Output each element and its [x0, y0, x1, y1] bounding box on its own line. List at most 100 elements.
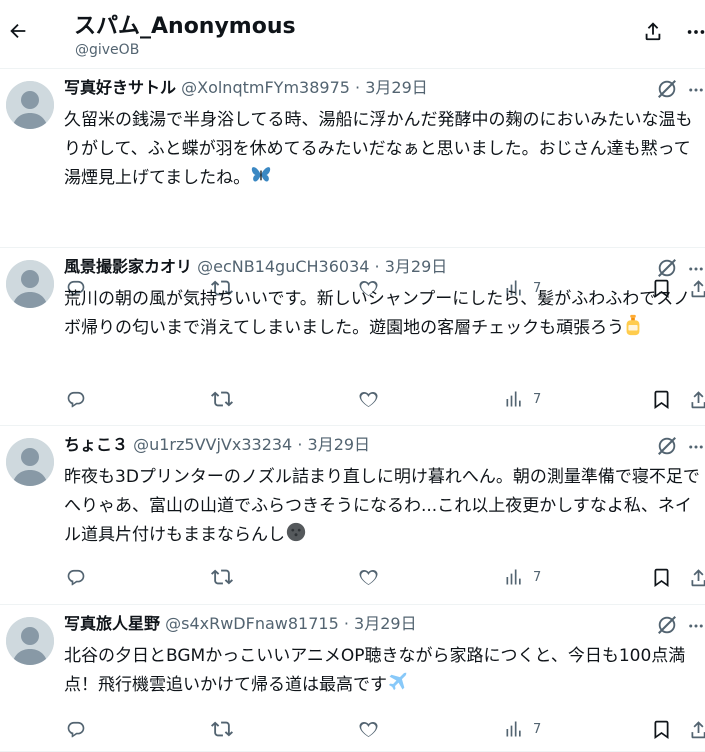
like-button[interactable] — [358, 716, 379, 742]
more-icon — [689, 624, 703, 628]
reply-post[interactable]: 写真旅人星野 @s4xRwDFnaw81715 · 3月29日 北谷の夕日とBG… — [0, 604, 705, 752]
post-text: 荒川の朝の風が気持ちいいです。新しいシャンプーにしたら、髪がふわふわでスノボ帰り… — [64, 285, 705, 346]
post-date[interactable]: 3月29日 — [385, 257, 448, 276]
heart-icon — [359, 391, 378, 407]
bookmark-icon — [654, 720, 669, 739]
views-chart-icon — [506, 721, 521, 737]
reply-post[interactable]: 風景撮影家カオリ @ecNB14guCH36034 · 3月29日 荒川の朝の風… — [0, 247, 705, 426]
default-avatar-icon — [6, 438, 54, 486]
user-name[interactable]: 写真旅人星野 — [64, 614, 160, 633]
post-meta: 風景撮影家カオリ @ecNB14guCH36034 · 3月29日 — [64, 255, 447, 279]
bookmark-button[interactable] — [651, 716, 672, 742]
grok-icon — [658, 616, 676, 634]
avatar[interactable] — [6, 617, 54, 665]
more-button[interactable] — [684, 20, 705, 44]
grok-button[interactable] — [656, 78, 678, 100]
avatar[interactable] — [6, 438, 54, 486]
bookmark-icon — [654, 390, 669, 409]
grok-icon — [658, 80, 676, 98]
dark-circle-emoji — [285, 521, 307, 553]
post-more-button[interactable] — [686, 437, 705, 457]
grok-button[interactable] — [656, 614, 678, 636]
post-date[interactable]: 3月29日 — [308, 435, 371, 454]
post-more-button[interactable] — [686, 616, 705, 636]
share-post-button[interactable] — [688, 386, 705, 412]
post-date[interactable]: 3月29日 — [354, 614, 417, 633]
user-handle[interactable]: @u1rz5VVjVx33234 — [133, 435, 292, 454]
default-avatar-icon — [6, 260, 54, 308]
post-text-content: 荒川の朝の風が気持ちいいです。新しいシャンプーにしたら、髪がふわふわでスノボ帰り… — [64, 289, 691, 338]
user-handle[interactable]: @XolnqtmFYm38975 — [181, 78, 350, 97]
default-avatar-icon — [6, 617, 54, 665]
post-actions: 7 — [0, 716, 705, 742]
views-button[interactable]: 7 — [505, 716, 541, 742]
views-chart-icon — [506, 391, 521, 407]
like-button[interactable] — [358, 386, 379, 412]
back-button[interactable] — [6, 18, 30, 44]
post-actions: 7 — [0, 386, 705, 412]
user-handle[interactable]: @s4xRwDFnaw81715 — [165, 614, 339, 633]
reply-post[interactable]: ちょこ３ @u1rz5VVjVx33234 · 3月29日 昨夜も3Dプリンター… — [0, 425, 705, 605]
reply-post[interactable]: 写真好きサトル @XolnqtmFYm38975 · 3月29日 久留米の銭湯で… — [0, 68, 705, 298]
separator: · — [355, 78, 361, 97]
post-meta: 写真旅人星野 @s4xRwDFnaw81715 · 3月29日 — [64, 612, 417, 636]
share-icon — [691, 568, 705, 586]
user-name[interactable]: ちょこ３ — [64, 435, 128, 454]
view-count: 7 — [533, 569, 542, 585]
views-button[interactable]: 7 — [505, 564, 541, 590]
default-avatar-icon — [6, 81, 54, 129]
share-icon — [645, 22, 661, 41]
share-post-button[interactable] — [688, 716, 705, 742]
post-actions: 7 — [0, 564, 705, 590]
more-icon — [687, 30, 705, 34]
avatar[interactable] — [6, 81, 54, 129]
post-date[interactable]: 3月29日 — [365, 78, 428, 97]
butterfly-emoji — [250, 164, 272, 196]
like-button[interactable] — [358, 564, 379, 590]
repost-button[interactable] — [211, 716, 233, 742]
share-icon — [691, 390, 705, 408]
grok-icon — [658, 437, 676, 455]
user-name[interactable]: 風景撮影家カオリ — [64, 257, 192, 276]
repost-button[interactable] — [211, 386, 233, 412]
reply-icon — [67, 721, 85, 738]
share-icon — [691, 720, 705, 738]
post-text: 北谷の夕日とBGMかっこいいアニメOP聴きながら家路につくと、今日も100点満点… — [64, 642, 705, 703]
post-more-button[interactable] — [686, 259, 705, 279]
grok-button[interactable] — [656, 435, 678, 457]
share-button[interactable] — [640, 18, 666, 44]
lotion-bottle-emoji — [624, 314, 642, 346]
share-post-button[interactable] — [688, 564, 705, 590]
post-text-content: 北谷の夕日とBGMかっこいいアニメOP聴きながら家路につくと、今日も100点満点… — [64, 646, 686, 695]
back-arrow-icon — [10, 23, 26, 39]
bookmark-button[interactable] — [651, 386, 672, 412]
reply-button[interactable] — [66, 386, 86, 412]
reply-icon — [67, 391, 85, 408]
user-handle[interactable]: @ecNB14guCH36034 — [197, 257, 369, 276]
reply-button[interactable] — [66, 716, 86, 742]
heart-icon — [359, 569, 378, 585]
profile-name: スパム_Anonymous — [74, 14, 296, 39]
user-name[interactable]: 写真好きサトル — [64, 78, 176, 97]
post-meta: 写真好きサトル @XolnqtmFYm38975 · 3月29日 — [64, 76, 428, 100]
post-text-content: 久留米の銭湯で半身浴してる時、湯船に浮かんだ発酵中の麹のにおいみたいな温もりがし… — [64, 110, 693, 188]
profile-handle: @giveOB — [75, 42, 140, 58]
grok-button[interactable] — [656, 257, 678, 279]
avatar[interactable] — [6, 260, 54, 308]
repost-icon — [211, 569, 233, 585]
post-meta: ちょこ３ @u1rz5VVjVx33234 · 3月29日 — [64, 433, 370, 457]
reply-button[interactable] — [66, 564, 86, 590]
grok-icon — [658, 259, 676, 277]
post-more-button[interactable] — [686, 80, 705, 100]
repost-button[interactable] — [211, 564, 233, 590]
separator: · — [343, 614, 349, 633]
more-icon — [689, 445, 703, 449]
bookmark-icon — [654, 568, 669, 587]
separator: · — [297, 435, 303, 454]
airplane-emoji — [387, 671, 409, 703]
bookmark-button[interactable] — [651, 564, 672, 590]
repost-icon — [211, 721, 233, 737]
post-text: 昨夜も3Dプリンターのノズル詰まり直しに明け暮れへん。朝の測量準備で寝不足でへり… — [64, 463, 705, 553]
post-text-content: 昨夜も3Dプリンターのノズル詰まり直しに明け暮れへん。朝の測量準備で寝不足でへり… — [64, 467, 700, 545]
views-button[interactable]: 7 — [505, 386, 541, 412]
